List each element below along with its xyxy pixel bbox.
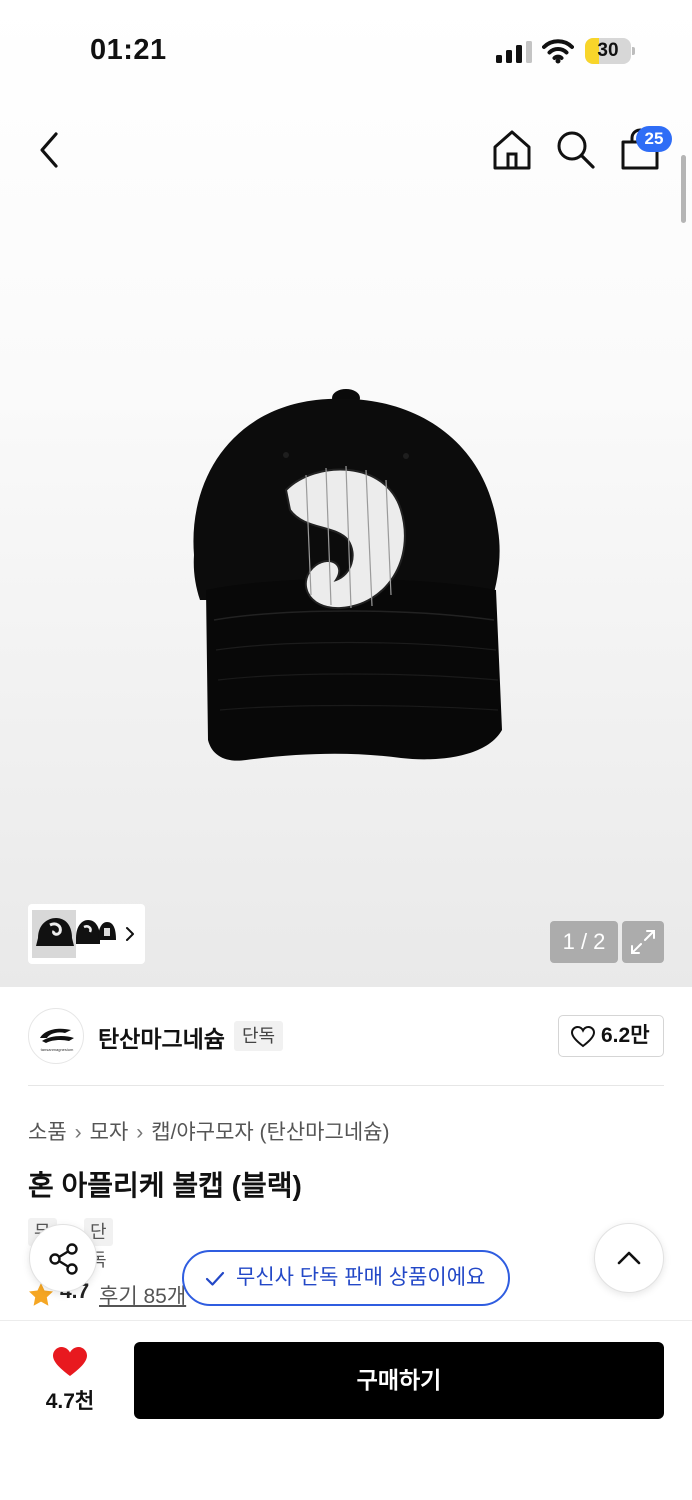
chevron-right-icon[interactable]	[122, 923, 138, 945]
thumbnail-back[interactable]	[96, 910, 118, 958]
signal-icon	[496, 41, 532, 63]
brand-name[interactable]: 탄산마그네슘	[98, 1020, 225, 1054]
heart-outline-icon	[571, 1026, 595, 1048]
status-time: 01:21	[90, 34, 167, 66]
expand-button[interactable]	[622, 921, 664, 963]
image-counter: 1 / 2	[550, 921, 618, 963]
buy-button[interactable]: 구매하기	[134, 1342, 664, 1419]
product-title: 혼 아플리케 볼캡 (블랙)	[28, 1170, 302, 1201]
share-button[interactable]	[29, 1224, 97, 1292]
check-icon	[205, 1271, 225, 1286]
battery-body: 30	[585, 38, 631, 64]
cart-count-badge: 25	[636, 126, 672, 152]
wifi-icon	[542, 39, 574, 64]
review-count-link[interactable]: 후기 85개	[99, 1280, 186, 1310]
share-icon	[49, 1243, 78, 1275]
home-icon[interactable]	[490, 128, 534, 172]
breadcrumb-item-caps[interactable]: 캡/야구모자 (탄산마그네슘)	[151, 1121, 389, 1144]
product-hero: 01:21 30 25 1 / 2	[0, 0, 692, 987]
battery-icon: 30	[585, 38, 635, 64]
section-divider	[28, 1085, 664, 1086]
scrollbar-thumb[interactable]	[681, 155, 686, 223]
search-icon[interactable]	[554, 128, 598, 172]
status-bar: 01:21 30	[0, 0, 692, 100]
breadcrumb: 소품 › 모자 › 캡/야구모자 (탄산마그네슘)	[28, 1116, 389, 1146]
exclusive-toast-text: 무신사 단독 판매 상품이에요	[236, 1266, 486, 1289]
chevron-up-icon	[617, 1251, 641, 1265]
brand-exclusive-tag: 단독	[234, 1021, 284, 1051]
brand-logo[interactable]: tansanmagnesium	[28, 1008, 84, 1064]
scroll-to-top-button[interactable]	[594, 1223, 664, 1293]
breadcrumb-item-accessories[interactable]: 소품	[28, 1121, 67, 1144]
breadcrumb-item-hats[interactable]: 모자	[90, 1121, 129, 1144]
battery-cap	[632, 47, 635, 55]
product-image-cap[interactable]	[186, 380, 506, 770]
breadcrumb-separator-icon: ›	[74, 1121, 82, 1144]
brand-like-count: 6.2만	[601, 1024, 650, 1047]
exclusive-sale-toast[interactable]: 무신사 단독 판매 상품이에요	[182, 1250, 510, 1306]
wish-count: 4.7천	[45, 1390, 95, 1413]
heart-filled-icon[interactable]	[52, 1346, 88, 1378]
breadcrumb-separator-icon: ›	[136, 1121, 144, 1144]
brand-like-button[interactable]: 6.2만	[558, 1015, 664, 1057]
header-nav	[0, 110, 692, 190]
product-detail-page: 01:21 30 25 1 / 2 tansanmagnesium 탄산마그네슘…	[0, 0, 692, 1500]
brand-logo-text: tansanmagnesium	[41, 1047, 74, 1052]
back-icon[interactable]	[28, 128, 72, 172]
expand-icon	[631, 930, 655, 954]
battery-level: 30	[597, 40, 619, 61]
brand-logo-mark: tansanmagnesium	[40, 1028, 74, 1052]
thumbnail-front[interactable]	[32, 910, 76, 958]
